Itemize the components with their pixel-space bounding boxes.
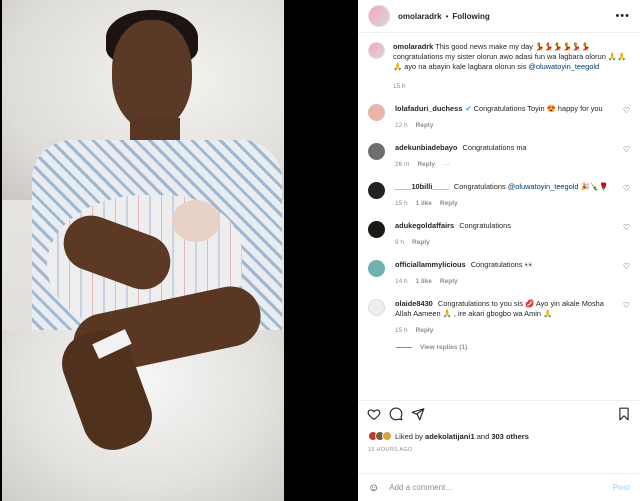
comment-text-emoji: 🎉🍾🌹 bbox=[578, 182, 609, 191]
comment-text: Congratulations Toyin 😍 happy for you bbox=[473, 104, 603, 113]
comment-item: adukegoldaffairs Congratulations 9 h Repl… bbox=[368, 221, 630, 248]
liked-by-user[interactable]: adekolatijani1 bbox=[425, 432, 475, 441]
liked-by-others[interactable]: 303 others bbox=[491, 432, 529, 441]
comment-item: adekunbiadebayo Congratulations ma 26 m R… bbox=[368, 143, 630, 170]
comment-time[interactable]: 26 m bbox=[395, 161, 409, 168]
reply-button[interactable]: Reply bbox=[440, 278, 458, 285]
comment-like-heart-icon[interactable]: ♡ bbox=[623, 262, 630, 287]
add-comment-bar: ☺ Add a comment… Post bbox=[358, 473, 640, 501]
comment-time[interactable]: 15 h bbox=[395, 327, 408, 334]
reply-button[interactable]: Reply bbox=[412, 239, 430, 246]
photo-panel bbox=[0, 0, 358, 501]
share-icon[interactable] bbox=[411, 407, 425, 421]
bookmark-icon[interactable] bbox=[617, 407, 631, 421]
comment-item: officiallammylicious Congratulations 👀 1… bbox=[368, 260, 630, 287]
comment-avatar[interactable] bbox=[368, 221, 385, 238]
comment-likes[interactable]: 1 like bbox=[416, 278, 432, 285]
view-replies-button[interactable]: View replies (1) bbox=[396, 344, 630, 351]
liked-by-label: Liked by bbox=[395, 431, 423, 441]
likes-summary: Liked by adekolatijani1 and 303 others bbox=[358, 427, 640, 445]
comment-text: Congratulations bbox=[453, 182, 508, 191]
liked-by-conj: and bbox=[476, 431, 490, 441]
post-header: omolaradrk • Following ••• bbox=[358, 0, 640, 33]
comment-username[interactable]: adekunbiadebayo bbox=[395, 143, 457, 152]
photo-face bbox=[112, 20, 192, 130]
author-avatar[interactable] bbox=[368, 5, 390, 27]
comment-like-heart-icon[interactable]: ♡ bbox=[623, 184, 630, 209]
post-side-panel: omolaradrk • Following ••• omolaradrk Th… bbox=[358, 0, 640, 501]
emoji-icon[interactable]: ☺ bbox=[368, 482, 379, 494]
comment-avatar[interactable] bbox=[368, 104, 385, 121]
comment-avatar[interactable] bbox=[368, 182, 385, 199]
comment-item: olaide8430 Congratulations to you sis 💋 … bbox=[368, 299, 630, 336]
reply-button[interactable]: Reply bbox=[440, 200, 458, 207]
comment-like-heart-icon[interactable]: ♡ bbox=[623, 301, 630, 336]
comment-text: Congratulations bbox=[459, 221, 511, 230]
liker-avatar[interactable] bbox=[382, 431, 392, 441]
reply-button[interactable]: Reply bbox=[416, 122, 434, 129]
comments-section: omolaradrk This good news make my day 💃💃… bbox=[358, 34, 640, 400]
author-username[interactable]: omolaradrk bbox=[398, 12, 442, 21]
comment-time[interactable]: 12 h bbox=[395, 122, 408, 129]
following-button[interactable]: Following bbox=[452, 12, 489, 21]
replies-line bbox=[396, 347, 412, 348]
comment-like-heart-icon[interactable]: ♡ bbox=[623, 223, 630, 248]
comment-username[interactable]: olaide8430 bbox=[395, 299, 433, 308]
post-modal: omolaradrk • Following ••• omolaradrk Th… bbox=[0, 0, 640, 501]
comment-icon[interactable] bbox=[389, 407, 403, 421]
reply-button[interactable]: Reply bbox=[416, 327, 434, 334]
photo-baby-face bbox=[172, 200, 220, 242]
add-comment-input[interactable]: Add a comment… bbox=[389, 483, 612, 492]
more-options-icon[interactable]: ••• bbox=[615, 10, 630, 22]
comment-time[interactable]: 14 h bbox=[395, 278, 408, 285]
comment-username[interactable]: adukegoldaffairs bbox=[395, 221, 454, 230]
comment-text: Congratulations 👀 bbox=[470, 260, 534, 269]
caption-body: omolaradrk This good news make my day 💃💃… bbox=[393, 42, 630, 92]
caption-mention[interactable]: @oluwatoyin_teegold bbox=[528, 62, 599, 71]
post-timestamp[interactable]: 15 HOURS AGO bbox=[358, 445, 640, 455]
verified-badge-icon: ✔ bbox=[465, 104, 472, 113]
comment-item: ____10billi____ Congratulations @oluwato… bbox=[368, 182, 630, 209]
caption: omolaradrk This good news make my day 💃💃… bbox=[368, 42, 630, 92]
comment-time[interactable]: 9 h bbox=[395, 239, 404, 246]
post-photo[interactable] bbox=[2, 0, 284, 501]
comment-username[interactable]: ____10billi____ bbox=[395, 182, 449, 191]
comment-likes[interactable]: 1 like bbox=[416, 200, 432, 207]
caption-avatar[interactable] bbox=[368, 42, 385, 59]
comment-time[interactable]: 15 h bbox=[395, 200, 408, 207]
comment-username[interactable]: lolafaduri_duchess bbox=[395, 104, 462, 113]
reply-button[interactable]: Reply bbox=[417, 161, 435, 168]
comment-like-heart-icon[interactable]: ♡ bbox=[623, 145, 630, 170]
view-replies-label[interactable]: View replies (1) bbox=[420, 344, 467, 351]
comment-item: lolafaduri_duchess ✔ Congratulations Toyi… bbox=[368, 104, 630, 131]
action-icons bbox=[358, 401, 640, 427]
caption-time: 15 h bbox=[393, 83, 406, 90]
comment-avatar[interactable] bbox=[368, 299, 385, 316]
comment-text: Congratulations ma bbox=[462, 143, 527, 152]
comment-username[interactable]: officiallammylicious bbox=[395, 260, 466, 269]
comment-avatar[interactable] bbox=[368, 260, 385, 277]
comment-like-heart-icon[interactable]: ♡ bbox=[623, 106, 630, 131]
post-actions: Liked by adekolatijani1 and 303 others 1… bbox=[358, 400, 640, 501]
comment-mention[interactable]: @oluwatoyin_teegold bbox=[508, 182, 579, 191]
comment-avatar[interactable] bbox=[368, 143, 385, 160]
post-comment-button[interactable]: Post bbox=[613, 483, 630, 492]
header-separator: • bbox=[445, 11, 449, 21]
caption-username[interactable]: omolaradrk bbox=[393, 42, 433, 51]
comment-more-icon[interactable]: ··· bbox=[443, 161, 450, 168]
heart-icon[interactable] bbox=[367, 407, 381, 421]
